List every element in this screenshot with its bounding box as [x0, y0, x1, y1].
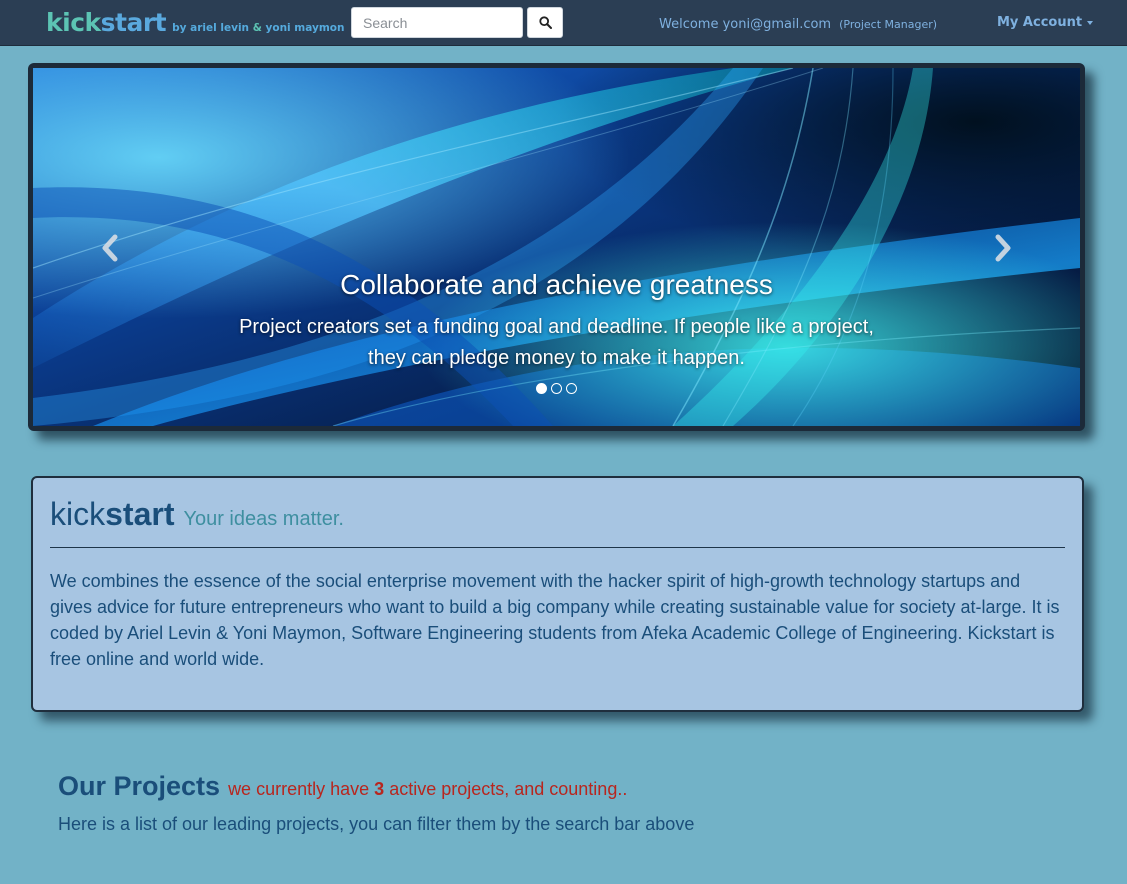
search-input[interactable]: [351, 7, 523, 38]
search-button[interactable]: [527, 7, 563, 38]
carousel-text: Project creators set a funding goal and …: [239, 316, 874, 369]
projects-section: Our Projects we currently have 3 active …: [58, 771, 1098, 835]
projects-subtitle: Here is a list of our leading projects, …: [58, 814, 695, 834]
projects-count: 3: [374, 779, 385, 799]
brand-name: kickstart: [46, 8, 167, 37]
caret-down-icon: [1087, 20, 1094, 25]
carousel-indicator-1[interactable]: [536, 383, 547, 394]
carousel-caption: Collaborate and achieve greatness Projec…: [33, 270, 1080, 374]
brand-start: start: [100, 8, 167, 37]
top-navbar: kickstart by ariel levin & yoni maymon W…: [0, 0, 1127, 46]
my-account-dropdown[interactable]: My Account: [997, 15, 1094, 30]
brand-amp: &: [252, 22, 262, 34]
welcome-text: Welcome yoni@gmail.com: [659, 17, 832, 32]
projects-count-suffix: active projects, and counting..: [389, 779, 628, 799]
brand-by-text: by ariel levin: [172, 22, 250, 34]
carousel-indicators: [33, 383, 1080, 394]
carousel-title: Collaborate and achieve greatness: [340, 269, 773, 300]
brand-second-author: yoni maymon: [265, 22, 345, 34]
about-divider: [50, 547, 1065, 548]
about-kick: kick: [50, 496, 106, 532]
user-role: (Project Manager): [839, 18, 938, 31]
projects-count-prefix: we currently have: [228, 779, 370, 799]
about-heading: kick start Your ideas matter.: [50, 496, 1065, 533]
carousel-indicator-2[interactable]: [551, 383, 562, 394]
projects-heading: Our Projects we currently have 3 active …: [58, 771, 1098, 802]
projects-title: Our Projects: [58, 771, 221, 801]
brand-kick: kick: [46, 8, 101, 37]
welcome-message: Welcome yoni@gmail.com (Project Manager): [659, 17, 937, 32]
chevron-left-icon: [102, 234, 118, 262]
my-account-label: My Account: [997, 15, 1083, 30]
about-body: We combines the essence of the social en…: [50, 571, 1060, 669]
projects-count-text: we currently have 3 active projects, and…: [228, 779, 627, 800]
carousel-next-button[interactable]: [983, 228, 1023, 268]
carousel-indicator-3[interactable]: [566, 383, 577, 394]
carousel-prev-button[interactable]: [90, 228, 130, 268]
hero-carousel: Collaborate and achieve greatness Projec…: [28, 63, 1085, 431]
carousel-slide: Collaborate and achieve greatness Projec…: [33, 68, 1080, 426]
magnifier-icon: [538, 16, 552, 29]
about-start: start: [105, 496, 175, 532]
brand-authors: by ariel levin & yoni maymon: [172, 22, 344, 34]
about-panel: kick start Your ideas matter. We combines…: [31, 476, 1084, 712]
chevron-right-icon: [995, 234, 1011, 262]
brand-logo[interactable]: kickstart by ariel levin & yoni maymon: [46, 8, 344, 37]
about-tagline: Your ideas matter.: [183, 508, 344, 530]
